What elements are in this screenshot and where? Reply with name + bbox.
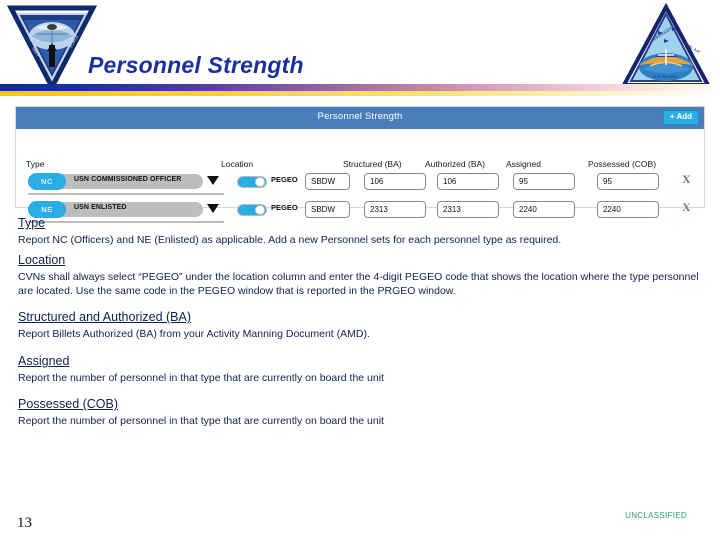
location-toggle[interactable]	[237, 176, 267, 188]
type-name-label: USN ENLISTED	[74, 204, 127, 211]
personnel-strength-panel: Personnel Strength + Add Type Location S…	[15, 106, 705, 223]
toggle-knob	[255, 177, 265, 187]
column-header-type: Type	[26, 159, 45, 169]
section-body-assigned: Report the number of personnel in that t…	[18, 371, 384, 384]
add-button[interactable]: + Add	[662, 110, 699, 125]
banner-gold-stripe	[0, 91, 720, 96]
type-name-label: USN COMMISSIONED OFFICER	[74, 176, 182, 183]
section-body-possessed: Report the number of personnel in that t…	[18, 415, 384, 428]
section-heading-assigned: Assigned	[18, 353, 70, 368]
aviation-triangle-emblem-icon: COMMANDER NAVAL AIR U.S. PACIFIC	[620, 2, 712, 91]
assigned-input[interactable]	[513, 173, 575, 190]
column-header-assigned: Assigned	[506, 159, 541, 169]
section-heading-structured-authorized: Structured and Authorized (BA)	[18, 310, 192, 325]
panel-title: Personnel Strength	[317, 111, 403, 122]
page-number: 13	[17, 515, 32, 531]
column-header-structured: Structured (BA)	[343, 159, 402, 169]
instructions-content: Type Report NC (Officers) and NE (Enlist…	[18, 216, 702, 435]
table-row: NC USN COMMISSIONED OFFICER PEGEO X	[16, 171, 704, 200]
toggle-knob	[255, 205, 265, 215]
structured-input[interactable]	[364, 173, 426, 190]
location-type-label: PEGEO	[271, 203, 298, 212]
section-body-type: Report NC (Officers) and NE (Enlisted) a…	[18, 234, 562, 246]
section-body-location: CVNs shall always select “PEGEO” under t…	[18, 271, 699, 297]
panel-body: Type Location Structured (BA) Authorized…	[16, 129, 704, 223]
row-divider	[28, 193, 224, 195]
svg-text:U.S. PACIFIC: U.S. PACIFIC	[653, 74, 677, 79]
column-header-possessed: Possessed (COB)	[588, 159, 657, 169]
column-header-location: Location	[221, 159, 254, 169]
type-badge: NC	[28, 173, 66, 190]
page-title: Personnel Strength	[88, 52, 304, 78]
section-body-structured-authorized: Report Billets Authorized (BA) from your…	[18, 328, 370, 341]
chevron-down-icon[interactable]	[207, 204, 219, 213]
possessed-input[interactable]	[597, 173, 659, 190]
column-header-authorized: Authorized (BA)	[425, 159, 485, 169]
banner-gradient-stripe	[0, 84, 720, 91]
delete-row-icon[interactable]: X	[682, 172, 691, 187]
slide-banner: NAVY FORCE Personnel Strength COMMANDER …	[0, 0, 720, 96]
section-heading-possessed: Possessed (COB)	[18, 397, 119, 412]
classification-marking: UNCLASSIFIED	[625, 511, 687, 520]
delete-row-icon[interactable]: X	[682, 200, 691, 215]
panel-header: Personnel Strength + Add	[16, 107, 704, 129]
location-type-label: PEGEO	[271, 175, 298, 184]
section-heading-location: Location	[18, 253, 66, 268]
location-code-input[interactable]	[305, 173, 350, 190]
chevron-down-icon[interactable]	[207, 176, 219, 185]
authorized-input[interactable]	[437, 173, 499, 190]
section-heading-type: Type	[18, 216, 46, 230]
navy-triangle-insignia-icon: NAVY FORCE	[6, 3, 98, 93]
location-toggle[interactable]	[237, 204, 267, 216]
